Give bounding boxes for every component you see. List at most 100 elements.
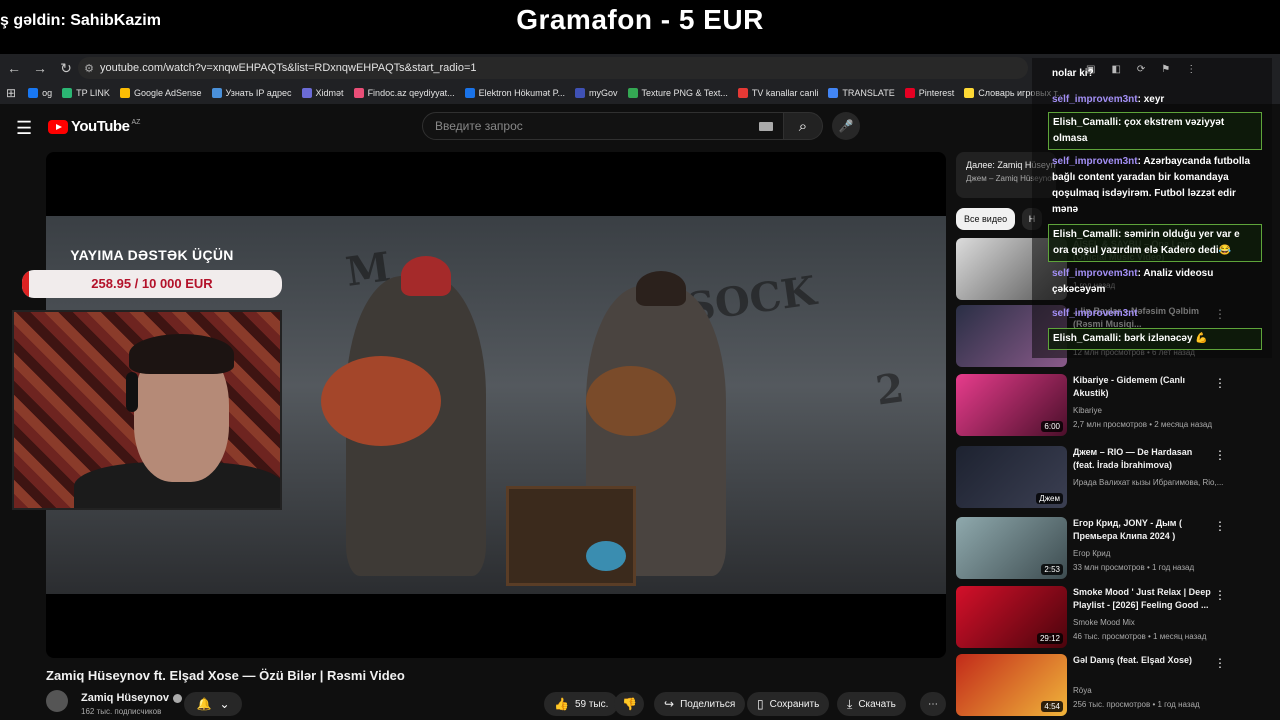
chat-text: : bərk izlənəcəy 💪 <box>1118 333 1208 344</box>
bookmark-item[interactable]: Texture PNG & Text... <box>627 88 728 98</box>
chat-message: self_improvem3nt: Azərbaycanda futbolla … <box>1048 152 1262 220</box>
recommendation-channel[interactable]: Егор Крид <box>1073 549 1110 558</box>
recommendation-channel[interactable]: Ирада Валихат кызы Ибрагимова, Rio,... <box>1073 478 1223 487</box>
chat-text: nolar ki? <box>1052 68 1094 79</box>
bookmark-item[interactable]: TP LINK <box>62 88 110 98</box>
recommendation-title[interactable]: Джем – RIO — De Hardasan (feat. İradə İb… <box>1073 446 1213 472</box>
voice-search-button[interactable]: 🎤 <box>832 112 860 140</box>
channel-name[interactable]: Zamiq Hüseynov <box>81 692 183 704</box>
chat-message: self_improvem3nt: Analiz videosu çəkəcəy… <box>1048 264 1262 300</box>
more-vert-icon[interactable]: ⋮ <box>1214 656 1226 670</box>
bookmark-item[interactable]: Google AdSense <box>119 88 202 98</box>
recommendation-item[interactable]: Джем Джем – RIO — De Hardasan (feat. İrad… <box>956 446 1280 508</box>
reload-icon[interactable]: ↻ <box>54 56 78 80</box>
url-text[interactable]: youtube.com/watch?v=xnqwEHPAQTs&list=RDx… <box>100 62 477 74</box>
headset-icon <box>126 372 138 412</box>
recommendation-item[interactable]: 29:12 Smoke Mood ' Just Relax | Deep Play… <box>956 586 1280 648</box>
bookmark-item[interactable]: myGov <box>574 88 618 98</box>
webcam-overlay <box>12 310 282 510</box>
bookmark-label: Pinterest <box>918 88 955 98</box>
address-bar[interactable]: ⚙ youtube.com/watch?v=xnqwEHPAQTs&list=R… <box>78 57 1028 79</box>
chat-nick: self_improvem3nt <box>1052 268 1138 279</box>
goal-title: Gramafon - 5 EUR <box>516 4 764 35</box>
recommendation-thumbnail[interactable]: 6:00 <box>956 374 1067 436</box>
download-button[interactable]: ⤓ Скачать <box>837 692 906 716</box>
site-info-icon[interactable]: ⚙ <box>78 62 100 75</box>
recommendation-title[interactable]: Gəl Danış (feat. Elşad Xose) <box>1073 654 1213 667</box>
bookmark-item[interactable]: TRANSLATE <box>828 88 895 98</box>
recommendation-title[interactable]: Kibariye - Gidemem (Canlı Akustik) <box>1073 374 1213 400</box>
recommendation-title[interactable]: Егор Крид, JONY - Дым ( Премьера Клипа 2… <box>1073 517 1213 543</box>
chip-all-videos[interactable]: Все видео <box>956 208 1016 230</box>
bookmark-item[interactable]: Pinterest <box>904 88 955 98</box>
recommendation-item[interactable]: 4:54 Gəl Danış (feat. Elşad Xose) Röya 256 … <box>956 654 1280 716</box>
bookmark-item[interactable]: Узнать IP адрес <box>211 88 292 98</box>
bookmark-item[interactable]: Findoc.az qeydiyyat... <box>353 88 455 98</box>
search-input[interactable] <box>435 119 735 133</box>
bookmark-icon <box>62 88 73 98</box>
chat-nick: Elish_Camalli <box>1053 333 1119 344</box>
bookmark-icon <box>574 88 585 98</box>
bookmark-icon <box>119 88 130 98</box>
bookmark-icon <box>828 88 839 98</box>
notifications-button[interactable]: 🔔 ⌄ <box>184 692 242 716</box>
bookmark-label: Узнать IP адрес <box>225 88 292 98</box>
share-button[interactable]: ↪ Поделиться <box>654 692 746 716</box>
channel-name-text[interactable]: Zamiq Hüseynov <box>81 692 169 704</box>
chat-message: Elish_Camalli: səmirin olduğu yer var e … <box>1048 224 1262 262</box>
recommendation-thumbnail[interactable]: 29:12 <box>956 586 1067 648</box>
bookmark-item[interactable]: Elektron Hökumət P... <box>464 88 565 98</box>
chat-message: self_improvem3nt <box>1048 304 1262 324</box>
chat-message: self_improvem3nt: xeyr <box>1048 90 1262 110</box>
more-vert-icon[interactable]: ⋮ <box>1214 519 1226 533</box>
dislike-button[interactable]: 👎 <box>614 692 644 716</box>
more-vert-icon[interactable]: ⋮ <box>1214 588 1226 602</box>
more-actions-button[interactable]: ⋯ <box>920 692 946 716</box>
menu-icon[interactable]: ☰ <box>16 118 32 139</box>
channel-avatar[interactable] <box>46 690 68 712</box>
youtube-logo[interactable]: YouTube AZ <box>48 118 140 135</box>
recommendation-item[interactable]: 6:00 Kibariye - Gidemem (Canlı Akustik) Ki… <box>956 374 1280 436</box>
recommendation-thumbnail[interactable]: Джем <box>956 446 1067 508</box>
back-icon[interactable]: ← <box>2 56 26 80</box>
recommendation-thumbnail[interactable]: 4:54 <box>956 654 1067 716</box>
recommendation-channel[interactable]: Röya <box>1073 686 1092 695</box>
bookmark-item[interactable]: og <box>28 88 52 98</box>
search-button[interactable]: ⌕ <box>783 112 823 140</box>
chat-message: Elish_Camalli: bərk izlənəcəy 💪 <box>1048 328 1262 350</box>
chevron-down-icon: ⌄ <box>219 697 230 711</box>
save-button[interactable]: ▯ Сохранить <box>747 692 830 716</box>
search-box <box>422 112 784 140</box>
bookmark-icon <box>904 88 915 98</box>
bookmark-item[interactable]: Xidmət <box>301 88 344 98</box>
keyboard-icon[interactable] <box>759 122 773 131</box>
recommendation-item[interactable]: 2:53 Егор Крид, JONY - Дым ( Премьера Кли… <box>956 517 1280 579</box>
chat-nick: Elish_Camalli <box>1053 117 1119 128</box>
donation-progress-bar: 258.95 / 10 000 EUR <box>22 270 282 298</box>
chat-message: Elish_Camalli: çox ekstrem vəziyyət olma… <box>1048 112 1262 150</box>
recommendation-channel[interactable]: Smoke Mood Mix <box>1073 618 1135 627</box>
thumbs-down-icon: 👎 <box>622 697 637 711</box>
bookmark-label: og <box>42 88 53 98</box>
bookmark-label: myGov <box>588 88 618 98</box>
bookmark-item[interactable]: TV kanallar canli <box>737 88 818 98</box>
recommendation-thumbnail[interactable]: 2:53 <box>956 517 1067 579</box>
more-vert-icon[interactable]: ⋮ <box>1214 448 1226 462</box>
bookmark-label: Google AdSense <box>133 88 202 98</box>
like-button[interactable]: 👍 59 тыс. <box>544 692 619 716</box>
duration-badge: 6:00 <box>1041 421 1063 432</box>
bookmark-label: Elektron Hökumət P... <box>478 88 565 98</box>
save-label: Сохранить <box>769 698 820 710</box>
beanie <box>401 256 451 296</box>
recommendation-channel[interactable]: Kibariye <box>1073 406 1102 415</box>
bookmark-icon <box>301 88 312 98</box>
region-code: AZ <box>131 119 141 126</box>
bookmark-label: TP LINK <box>76 88 110 98</box>
more-vert-icon[interactable]: ⋮ <box>1214 376 1226 390</box>
hat <box>636 271 686 306</box>
apps-grid-icon[interactable]: ⊞ <box>6 86 16 100</box>
forward-icon[interactable]: → <box>28 56 52 80</box>
recommendation-title[interactable]: Smoke Mood ' Just Relax | Deep Playlist … <box>1073 586 1213 612</box>
recommendation-meta: 2,7 млн просмотров • 2 месяца назад <box>1073 420 1212 429</box>
bookmark-label: Findoc.az qeydiyyat... <box>367 88 455 98</box>
